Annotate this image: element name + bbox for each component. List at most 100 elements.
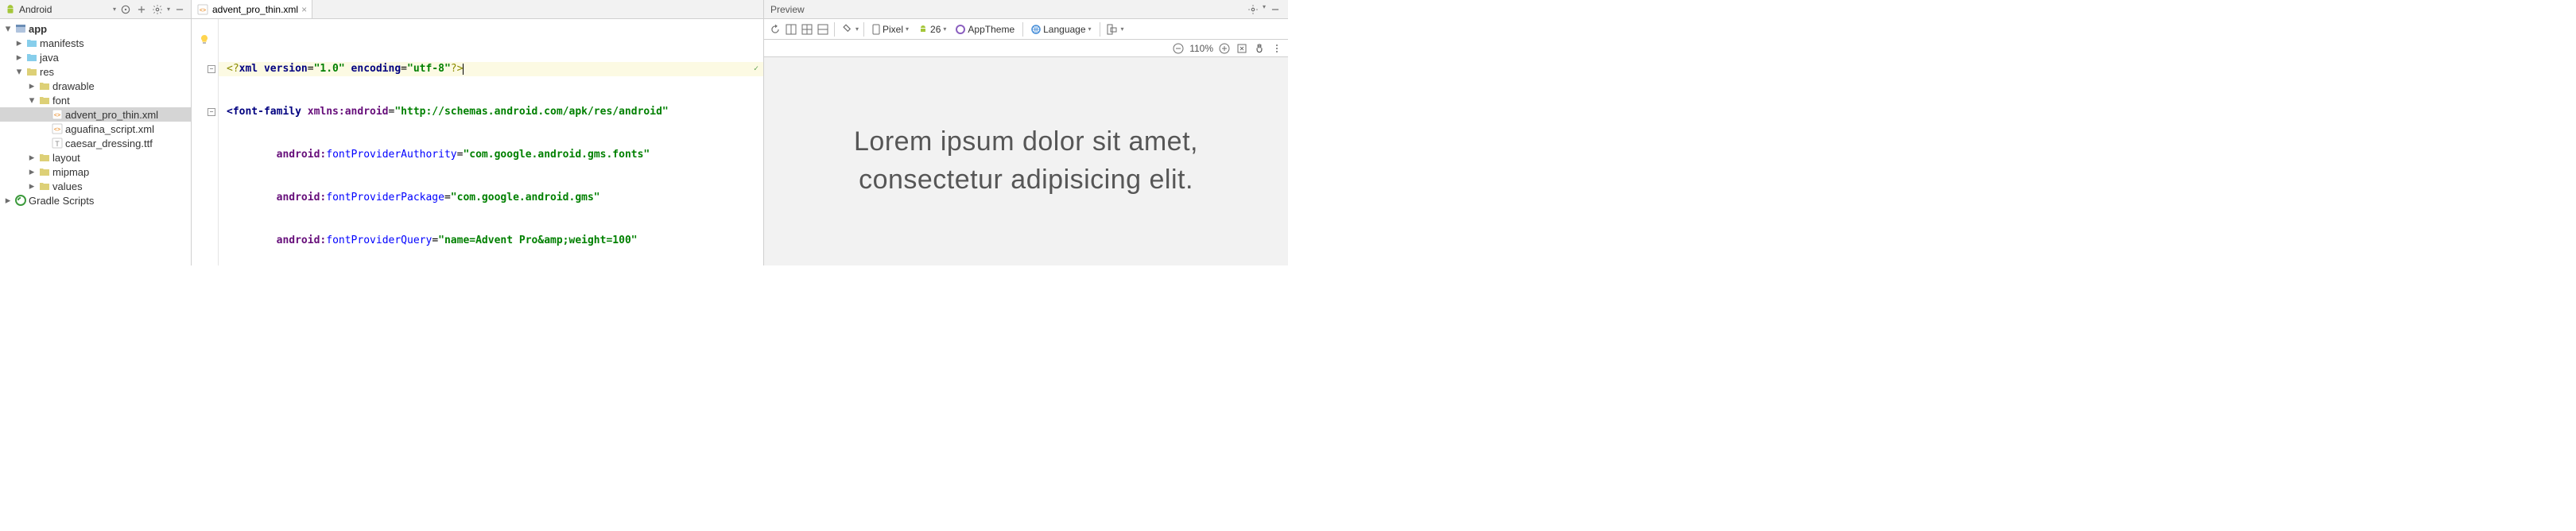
tree-label: mipmap — [52, 166, 89, 178]
view-dropdown-icon[interactable]: ▾ — [113, 6, 116, 13]
preview-settings-dropdown-icon[interactable]: ▾ — [1263, 3, 1266, 16]
ttf-file-icon: T — [51, 137, 64, 149]
separator — [1022, 22, 1023, 37]
svg-text:<>: <> — [54, 127, 60, 133]
xml-file-icon: <> — [196, 3, 209, 16]
preview-title: Preview — [770, 4, 805, 15]
folder-icon — [25, 37, 38, 49]
zoom-level: 110% — [1189, 43, 1213, 54]
tree-item-layout[interactable]: ▸ layout — [0, 150, 191, 165]
device-selector[interactable]: Pixel ▾ — [869, 24, 912, 35]
chevron-down-icon: ▾ — [943, 25, 946, 33]
tree-item-manifests[interactable]: ▸ manifests — [0, 36, 191, 50]
xml-file-icon: <> — [51, 122, 64, 135]
language-label: Language — [1043, 24, 1085, 35]
hide-panel-icon[interactable] — [173, 3, 186, 16]
language-selector[interactable]: Language ▾ — [1028, 24, 1094, 35]
paint-dropdown-icon[interactable]: ▾ — [855, 25, 859, 33]
folder-icon — [38, 180, 51, 192]
folder-icon — [38, 165, 51, 178]
tree-arrow-icon: ▾ — [3, 22, 13, 35]
sidebar-header: Android ▾ ▾ — [0, 0, 191, 19]
font-preview-text: Lorem ipsum dolor sit amet, consectetur … — [854, 123, 1198, 199]
layout2-icon[interactable] — [817, 23, 829, 36]
svg-text:T: T — [55, 140, 60, 148]
tree-item-mipmap[interactable]: ▸ mipmap — [0, 165, 191, 179]
tree-item-advent[interactable]: <> advent_pro_thin.xml — [0, 107, 191, 122]
fold-widget-icon[interactable]: − — [208, 65, 215, 73]
theme-selector[interactable]: AppTheme — [952, 24, 1018, 35]
tree-arrow-icon: ▸ — [27, 165, 37, 178]
overflow-icon[interactable] — [1271, 42, 1283, 55]
module-icon — [14, 22, 27, 35]
tree-label: Gradle Scripts — [29, 195, 94, 207]
status-marker-icon: ✓ — [754, 62, 758, 76]
tab-label: advent_pro_thin.xml — [212, 4, 298, 15]
orientation-icon[interactable] — [1105, 23, 1118, 36]
tree-item-res[interactable]: ▾ res — [0, 64, 191, 79]
tree-item-font[interactable]: ▾ font — [0, 93, 191, 107]
tree-item-java[interactable]: ▸ java — [0, 50, 191, 64]
tree-label: app — [29, 23, 47, 35]
tree-arrow-icon: ▾ — [27, 94, 37, 107]
preview-panel: Preview ▾ ▾ Pixel ▾ 26 ▾ AppTheme — [764, 0, 1288, 266]
tree-label: values — [52, 180, 83, 192]
api-label: 26 — [930, 24, 941, 35]
tab-close-icon[interactable]: × — [301, 4, 307, 15]
tree-item-gradle[interactable]: ▸ Gradle Scripts — [0, 193, 191, 207]
tree-item-aguafina[interactable]: <> aguafina_script.xml — [0, 122, 191, 136]
svg-text:<>: <> — [200, 8, 206, 14]
tree-arrow-icon: ▾ — [14, 65, 24, 78]
settings-dropdown-icon[interactable]: ▾ — [167, 6, 170, 13]
code-area[interactable]: −<?xml version="1.0" encoding="utf-8"?>✓… — [219, 19, 763, 266]
preview-settings-icon[interactable] — [1247, 3, 1259, 16]
fold-widget-icon[interactable]: − — [208, 108, 215, 116]
orientation-dropdown-icon[interactable]: ▾ — [1121, 25, 1124, 33]
preview-zoombar: 110% — [764, 40, 1288, 57]
sync-icon[interactable] — [119, 3, 132, 16]
xml-file-icon: <> — [51, 108, 64, 121]
tree-label: drawable — [52, 80, 95, 92]
collapse-icon[interactable] — [135, 3, 148, 16]
folder-icon — [25, 65, 38, 78]
tree-item-app[interactable]: ▾ app — [0, 21, 191, 36]
pan-icon[interactable] — [1253, 42, 1266, 55]
layout-icon[interactable] — [801, 23, 813, 36]
viewport-icon[interactable] — [785, 23, 797, 36]
separator — [834, 22, 835, 37]
intention-bulb-icon[interactable] — [198, 33, 212, 48]
tree-item-caesar[interactable]: T caesar_dressing.ttf — [0, 136, 191, 150]
folder-icon — [38, 151, 51, 164]
paint-icon[interactable] — [840, 23, 852, 36]
preview-hide-icon[interactable] — [1269, 3, 1282, 16]
tree-label: java — [40, 52, 59, 64]
device-label: Pixel — [883, 24, 903, 35]
editor-gutter — [192, 19, 219, 266]
editor-tab-bar: <> advent_pro_thin.xml × — [192, 0, 763, 19]
fit-screen-icon[interactable] — [1236, 42, 1248, 55]
refresh-icon[interactable] — [769, 23, 782, 36]
api-selector[interactable]: 26 ▾ — [915, 24, 949, 35]
settings-gear-icon[interactable] — [151, 3, 164, 16]
theme-label: AppTheme — [968, 24, 1014, 35]
tree-arrow-icon: ▸ — [3, 194, 13, 207]
folder-icon — [25, 51, 38, 64]
tree-label: res — [40, 66, 54, 78]
tree-label: advent_pro_thin.xml — [65, 109, 158, 121]
tree-label: caesar_dressing.ttf — [65, 138, 153, 149]
tree-label: aguafina_script.xml — [65, 123, 154, 135]
folder-icon — [38, 79, 51, 92]
folder-icon — [38, 94, 51, 107]
project-sidebar: Android ▾ ▾ ▾ app ▸ manifests ▸ java — [0, 0, 192, 266]
tree-arrow-icon: ▸ — [14, 51, 24, 64]
tree-item-drawable[interactable]: ▸ drawable — [0, 79, 191, 93]
editor-tab-active[interactable]: <> advent_pro_thin.xml × — [192, 0, 312, 18]
tree-arrow-icon: ▸ — [14, 37, 24, 49]
tree-item-values[interactable]: ▸ values — [0, 179, 191, 193]
sidebar-title[interactable]: Android — [19, 4, 110, 15]
zoom-out-icon[interactable] — [1172, 42, 1185, 55]
zoom-in-icon[interactable] — [1218, 42, 1231, 55]
gradle-icon — [14, 194, 27, 207]
tree-label: font — [52, 95, 70, 107]
editor-panel: <> advent_pro_thin.xml × −<?xml version=… — [192, 0, 764, 266]
